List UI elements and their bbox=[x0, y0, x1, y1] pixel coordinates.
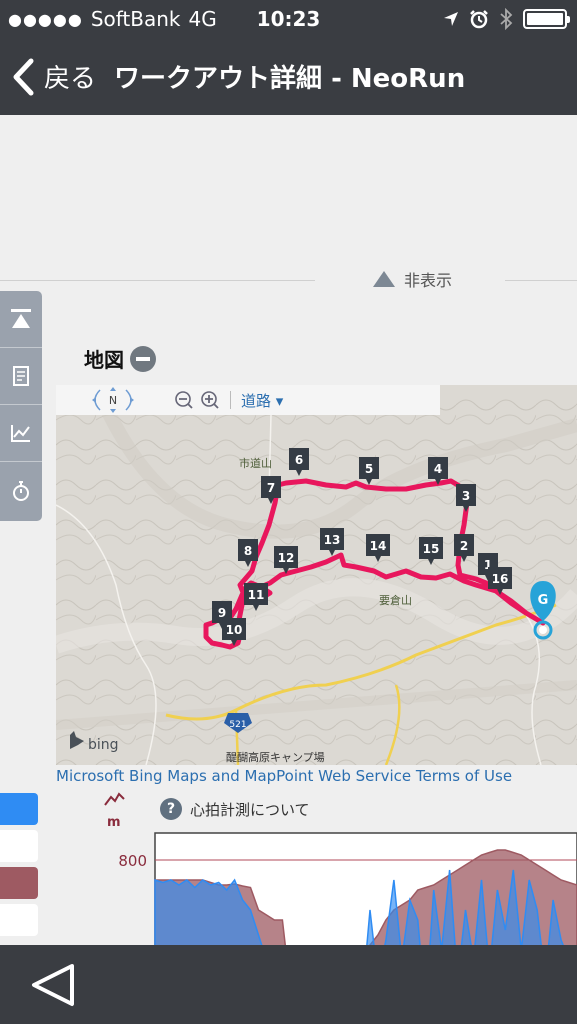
goal-marker[interactable]: G bbox=[530, 581, 556, 640]
scroll-top-button[interactable] bbox=[0, 291, 42, 348]
collapse-map-button[interactable] bbox=[130, 345, 156, 372]
svg-text:6: 6 bbox=[295, 453, 303, 467]
elevation-heart-rate-chart[interactable]: 800600400 bbox=[100, 830, 577, 945]
legend-swatch-blank-2[interactable] bbox=[0, 904, 38, 936]
panel-divider bbox=[0, 280, 577, 281]
chart-button[interactable] bbox=[0, 405, 42, 462]
notes-button[interactable] bbox=[0, 348, 42, 405]
map-section-header: 地図 bbox=[84, 344, 156, 373]
zoom-in-icon[interactable] bbox=[200, 390, 220, 410]
svg-text:14: 14 bbox=[370, 539, 387, 553]
chevron-left-icon bbox=[13, 58, 34, 95]
route-map[interactable]: 1 2 3 4 5 6 7 8 9 10 11 12 13 14 15 16 市道山 要倉山 醍醐高原キャンプ… bbox=[56, 385, 577, 765]
compass-button[interactable]: N bbox=[86, 385, 140, 415]
svg-text:16: 16 bbox=[492, 572, 509, 586]
notes-icon bbox=[13, 366, 29, 386]
hide-label: 非表示 bbox=[404, 271, 453, 290]
svg-text:3: 3 bbox=[462, 489, 470, 503]
svg-text:521: 521 bbox=[229, 720, 246, 730]
compass-icon: N bbox=[92, 387, 134, 413]
map-controls-bar: N 道路 ▾ bbox=[56, 385, 440, 415]
svg-text:13: 13 bbox=[324, 533, 341, 547]
svg-text:2: 2 bbox=[460, 539, 468, 553]
svg-text:12: 12 bbox=[278, 551, 295, 565]
place-label-shidouyama: 市道山 bbox=[239, 456, 272, 470]
svg-text:7: 7 bbox=[267, 481, 275, 495]
legend-swatch-blank-1[interactable] bbox=[0, 830, 38, 862]
side-toolbar bbox=[0, 291, 42, 521]
location-arrow-icon bbox=[444, 12, 458, 26]
legend-swatch-elevation[interactable] bbox=[0, 867, 38, 899]
svg-text:5: 5 bbox=[365, 462, 373, 476]
zoom-out-icon[interactable] bbox=[174, 390, 194, 410]
workout-content: 非表示 地図 1 2 3 4 5 6 7 8 9 10 11 12 13 14 … bbox=[0, 115, 577, 945]
elevation-icon bbox=[104, 792, 125, 806]
heart-rate-info-label: 心拍計測について bbox=[190, 800, 310, 819]
heart-rate-info-link[interactable]: ? 心拍計測について bbox=[160, 798, 310, 820]
back-triangle-icon[interactable] bbox=[30, 963, 76, 1007]
svg-text:8: 8 bbox=[244, 544, 252, 558]
question-icon: ? bbox=[160, 798, 182, 820]
navigation-bar: 戻る ワークアウト詳細 - NeoRun bbox=[0, 38, 577, 115]
stopwatch-icon bbox=[13, 480, 29, 501]
map-heading: 地図 bbox=[84, 348, 124, 372]
place-label-yokurayama: 要倉山 bbox=[379, 593, 412, 607]
goal-label: G bbox=[538, 593, 549, 608]
svg-text:10: 10 bbox=[226, 623, 243, 637]
chart-icon bbox=[11, 425, 30, 442]
page-title: ワークアウト詳細 - NeoRun bbox=[114, 64, 466, 94]
svg-text:bing: bing bbox=[88, 737, 119, 753]
back-label: 戻る bbox=[44, 64, 97, 94]
battery-icon bbox=[523, 9, 570, 29]
svg-text:N: N bbox=[109, 394, 117, 407]
bluetooth-icon bbox=[500, 8, 513, 30]
bottom-toolbar bbox=[0, 945, 577, 1024]
chart-legend-column bbox=[0, 793, 38, 941]
triangle-up-icon bbox=[373, 271, 395, 287]
elevation-unit: m bbox=[107, 815, 121, 830]
legend-swatch-heart-rate[interactable] bbox=[0, 793, 38, 825]
svg-text:4: 4 bbox=[434, 462, 442, 476]
hide-toggle-button[interactable]: 非表示 bbox=[372, 267, 452, 291]
back-button[interactable]: 戻る bbox=[12, 58, 96, 96]
map-canvas[interactable]: 12345678910111213 14 1516 市道山 要倉山 醍醐高原キャンプ… bbox=[56, 385, 577, 765]
svg-text:15: 15 bbox=[423, 542, 440, 556]
svg-text:11: 11 bbox=[248, 588, 265, 602]
map-type-selector[interactable]: 道路 ▾ bbox=[241, 390, 283, 411]
bing-terms-link[interactable]: Microsoft Bing Maps and MapPoint Web Ser… bbox=[56, 767, 512, 785]
stopwatch-button[interactable] bbox=[0, 462, 42, 519]
y-tick-label: 800 bbox=[118, 852, 147, 870]
place-label-campground: 醍醐高原キャンプ場 bbox=[226, 750, 325, 764]
collapse-top-icon bbox=[11, 309, 31, 328]
status-bar: ●●●●● SoftBank 4G 10:23 bbox=[0, 0, 577, 38]
alarm-clock-icon bbox=[470, 10, 488, 29]
svg-text:9: 9 bbox=[218, 606, 226, 620]
